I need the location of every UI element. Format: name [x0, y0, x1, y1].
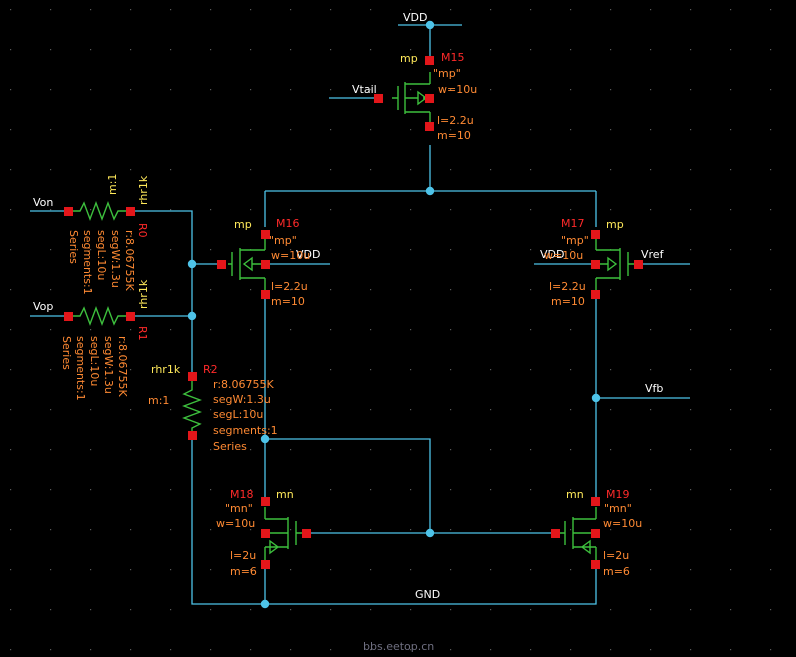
r1-segl: segL:10u — [88, 336, 101, 386]
junction-tail — [425, 186, 435, 196]
m15-l: l=2.2u — [437, 114, 474, 127]
r1-name: R1 — [136, 326, 149, 341]
r0-segw: segW:1.3u — [109, 230, 122, 288]
r2-mode: Series — [213, 440, 247, 453]
m18-pin-drain[interactable] — [261, 497, 270, 506]
m18-pin-gate[interactable] — [302, 529, 311, 538]
m15-type: mp — [400, 52, 418, 65]
r2-segl: segL:10u — [213, 408, 263, 421]
m16-pin-drain[interactable] — [261, 290, 270, 299]
m17-pin-source[interactable] — [591, 230, 600, 239]
net-label-von: Von — [33, 196, 53, 209]
m16-model: "mp" — [269, 234, 297, 247]
r1-mode: Series — [60, 336, 73, 370]
m17-l: l=2.2u — [549, 280, 586, 293]
r0-pin-b[interactable] — [126, 207, 135, 216]
m17-type: mp — [606, 218, 624, 231]
r0-mode: Series — [67, 230, 80, 264]
m15-model: "mp" — [433, 67, 461, 80]
m19-type: mn — [566, 488, 584, 501]
m18-pin-bulk[interactable] — [261, 529, 270, 538]
m17-pin-gate[interactable] — [634, 260, 643, 269]
r1-segw: segW:1.3u — [102, 336, 115, 394]
m17-m: m=10 — [551, 295, 585, 308]
m17-w: w=10u — [544, 249, 583, 262]
net-label-vfb: Vfb — [645, 382, 663, 395]
m17-name: M17 — [561, 217, 585, 230]
r2-pin-b[interactable] — [188, 431, 197, 440]
m19-m: m=6 — [603, 565, 630, 578]
junction-cm — [187, 311, 197, 321]
m19-l: l=2u — [603, 549, 629, 562]
m16-pin-bulk[interactable] — [261, 260, 270, 269]
net-label-vdd: VDD — [403, 11, 427, 24]
m16-pin-gate[interactable] — [217, 260, 226, 269]
m16-type: mp — [234, 218, 252, 231]
r0-mult: m:1 — [106, 174, 119, 195]
net-label-gnd: GND — [415, 588, 440, 601]
m18-model: "mn" — [225, 502, 253, 515]
m15-w: w=10u — [438, 83, 477, 96]
r2-r: r:8.06755K — [213, 378, 275, 391]
r2-cell: rhr1k — [151, 363, 181, 376]
junction-gnd — [260, 599, 270, 609]
junction-mirror-gate — [425, 528, 435, 538]
r2-pin-a[interactable] — [188, 372, 197, 381]
m18-pin-source[interactable] — [261, 560, 270, 569]
m18-type: mn — [276, 488, 294, 501]
m19-pin-bulk[interactable] — [591, 529, 600, 538]
m15-pin-drain[interactable] — [425, 122, 434, 131]
r1-pin-a[interactable] — [64, 312, 73, 321]
m19-pin-drain[interactable] — [591, 497, 600, 506]
r0-name: R0 — [136, 223, 149, 238]
m18-m: m=6 — [230, 565, 257, 578]
m19-model: "mn" — [604, 502, 632, 515]
r0-segments: segments:1 — [81, 230, 94, 295]
m19-name: M19 — [606, 488, 630, 501]
junction-vfb — [591, 393, 601, 403]
r2-mult: m:1 — [148, 394, 169, 407]
junction-cm-gate — [187, 259, 197, 269]
watermark: bbs.eetop.cn — [363, 640, 434, 653]
m19-pin-gate[interactable] — [551, 529, 560, 538]
m15-m: m=10 — [437, 129, 471, 142]
r2-name: R2 — [203, 363, 218, 376]
r0-pin-a[interactable] — [64, 207, 73, 216]
r0-r: r:8.06755K — [123, 230, 136, 292]
r2-segw: segW:1.3u — [213, 393, 271, 406]
r0-cell: rhr1k — [137, 175, 150, 205]
r1-segments: segments:1 — [74, 336, 87, 401]
m17-pin-drain[interactable] — [591, 290, 600, 299]
m16-m: m=10 — [271, 295, 305, 308]
m18-w: w=10u — [216, 517, 255, 530]
m19-pin-source[interactable] — [591, 560, 600, 569]
r1-pin-b[interactable] — [126, 312, 135, 321]
net-label-vtail: Vtail — [352, 83, 377, 96]
schematic-canvas[interactable]: VDD Vtail Von Vop VDD VDD Vref Vfb GND m… — [0, 0, 796, 657]
m16-l: l=2.2u — [271, 280, 308, 293]
r0-segl: segL:10u — [95, 230, 108, 280]
r1-cell: rhr1k — [137, 279, 150, 309]
m15-pin-source[interactable] — [425, 56, 434, 65]
m17-model: "mp" — [561, 234, 589, 247]
m18-name: M18 — [230, 488, 254, 501]
m15-pin-bulk[interactable] — [425, 94, 434, 103]
m15-name: M15 — [441, 51, 465, 64]
m19-w: w=10u — [603, 517, 642, 530]
m18-l: l=2u — [230, 549, 256, 562]
r2-segments: segments:1 — [213, 424, 278, 437]
net-label-vref: Vref — [641, 248, 665, 261]
m16-w: w=10u — [271, 249, 310, 262]
m16-name: M16 — [276, 217, 300, 230]
r1-r: r:8.06755K — [116, 336, 129, 398]
net-label-vop: Vop — [33, 300, 53, 313]
m17-pin-bulk[interactable] — [591, 260, 600, 269]
